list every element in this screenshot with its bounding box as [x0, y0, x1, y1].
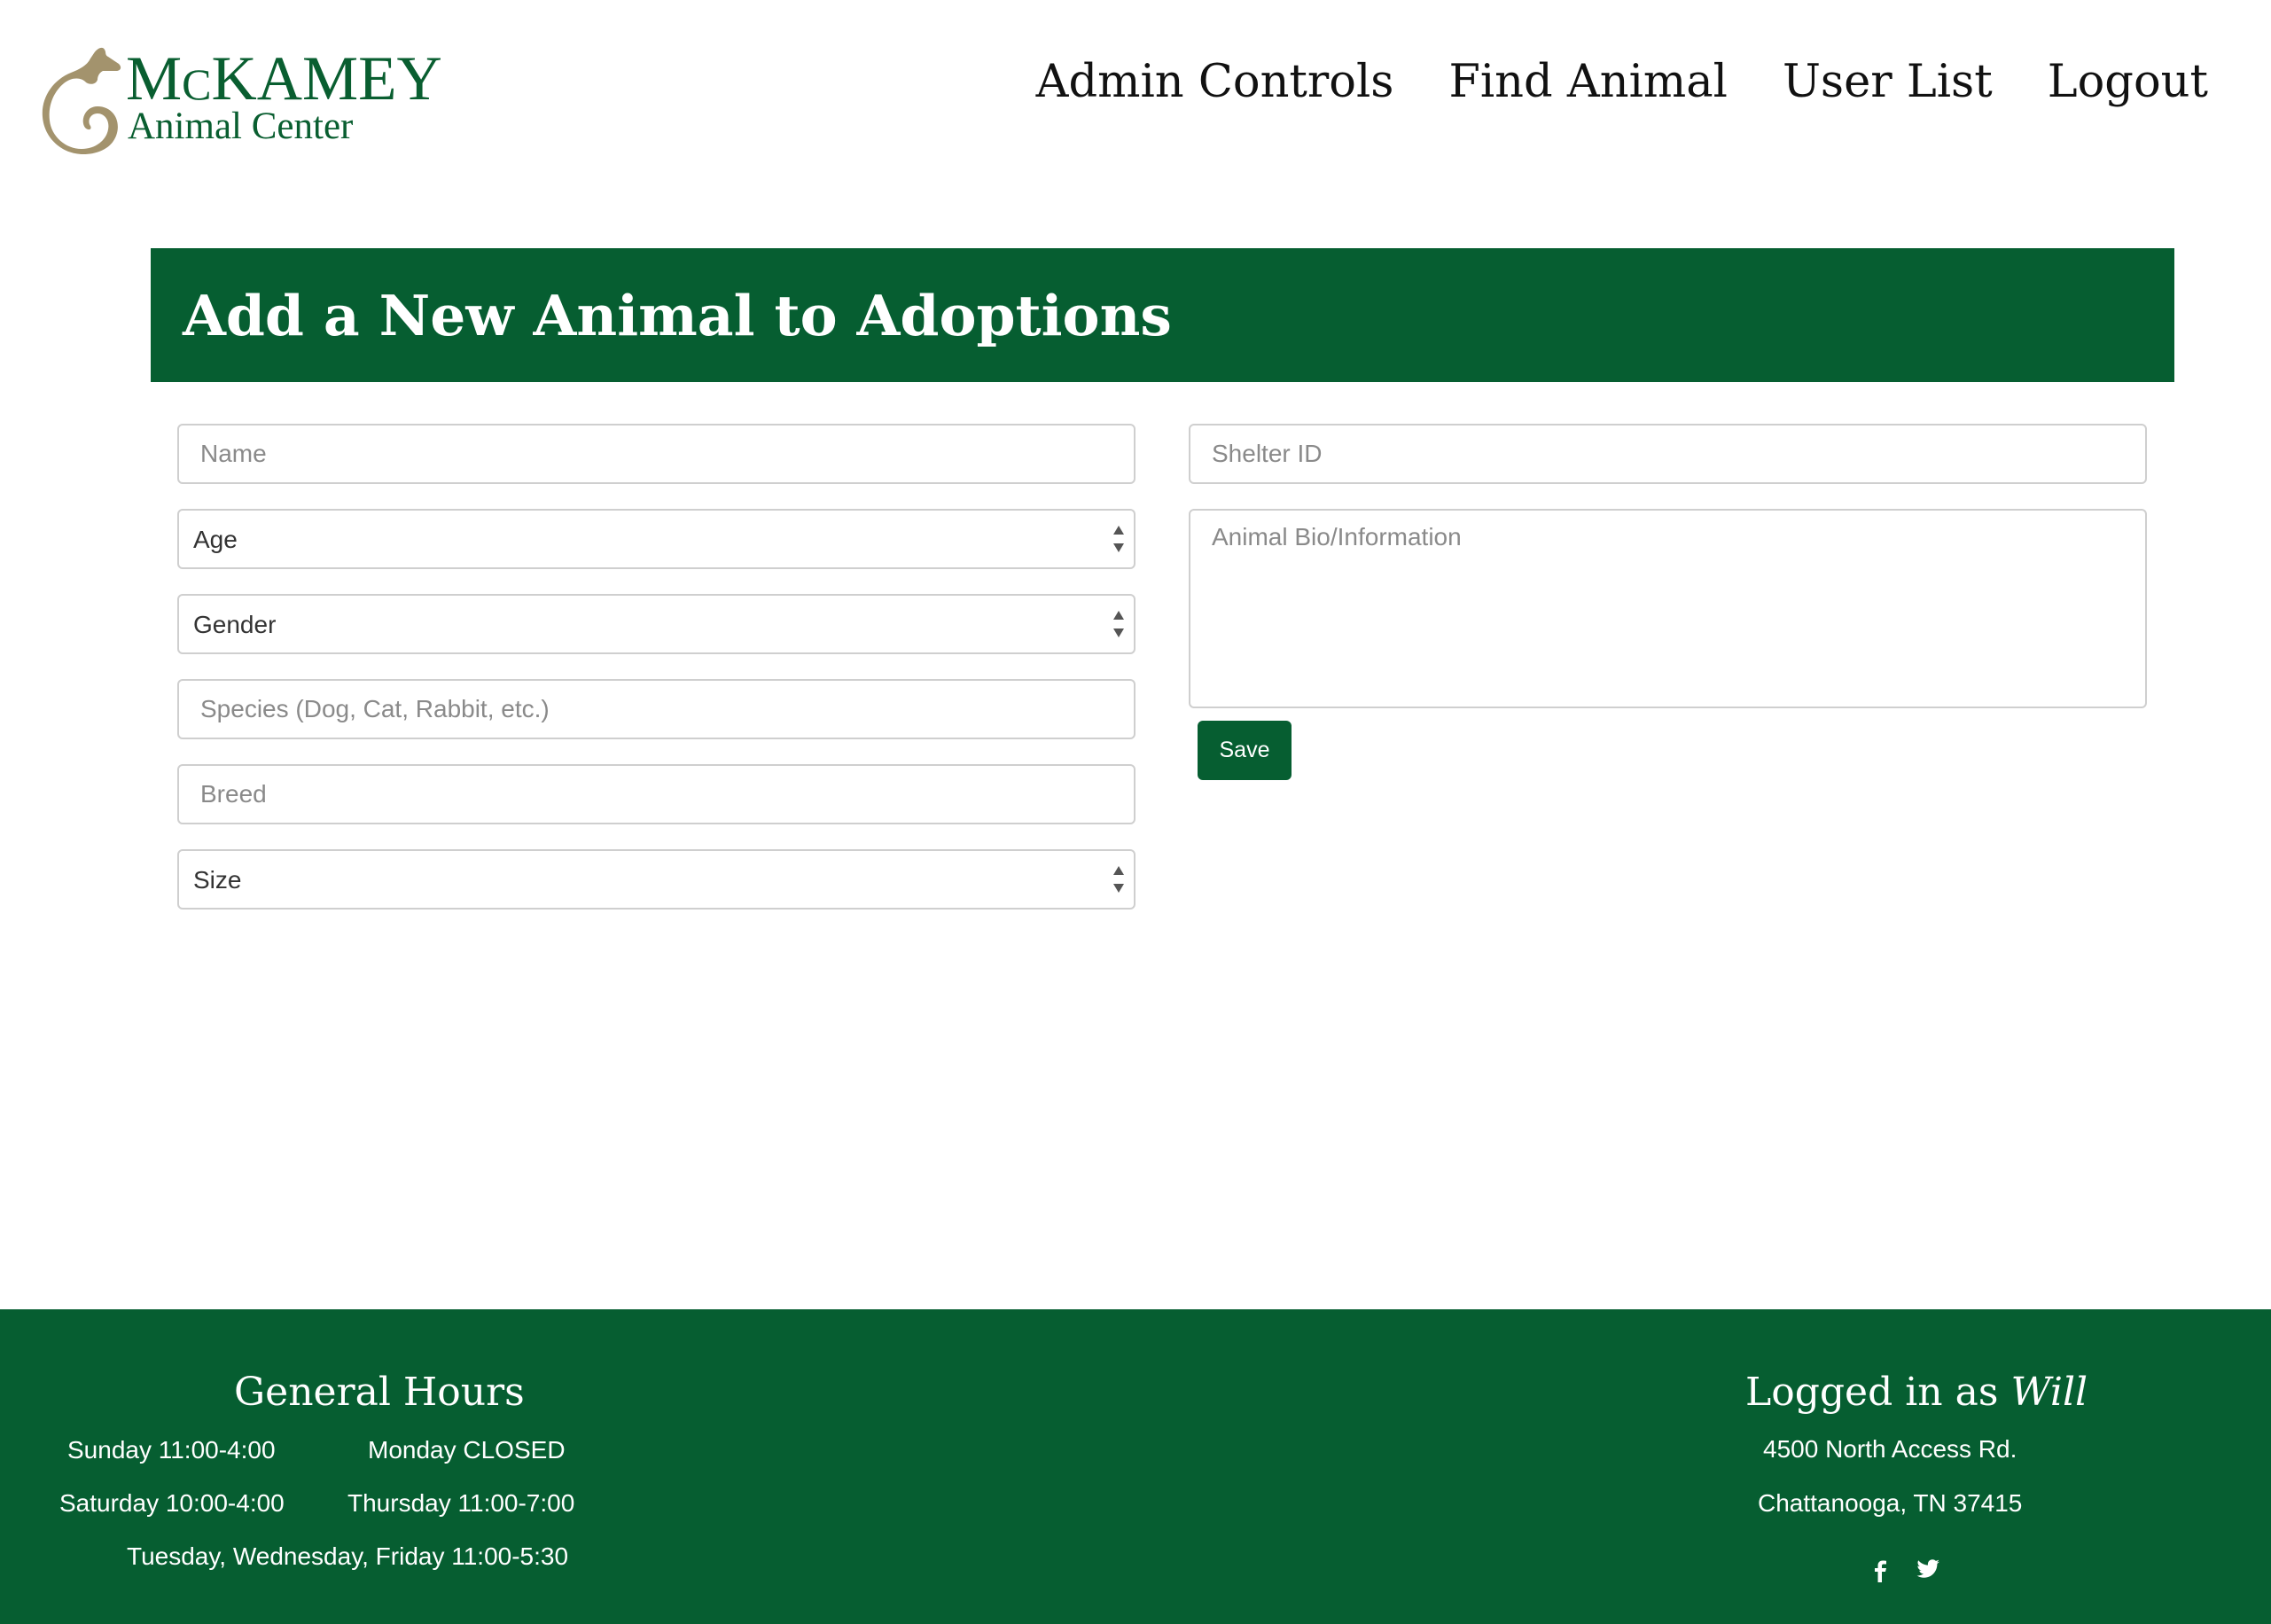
nav-logout[interactable]: Logout — [2048, 56, 2208, 108]
social-links — [1869, 1559, 1939, 1582]
logged-in-prefix: Logged in as — [1745, 1370, 1999, 1415]
address-line1: 4500 North Access Rd. — [1763, 1435, 2017, 1463]
nav-find-animal[interactable]: Find Animal — [1448, 56, 1727, 108]
form-right-column — [1189, 424, 2147, 708]
animal-logo-icon — [42, 47, 121, 155]
age-select[interactable]: Age — [177, 509, 1136, 569]
gender-select[interactable]: Gender — [177, 594, 1136, 654]
page-title-banner: Add a New Animal to Adoptions — [151, 248, 2174, 382]
mckamey-logo[interactable]: McKAMEY Animal Center — [41, 44, 457, 155]
species-input[interactable] — [177, 679, 1136, 739]
name-input[interactable] — [177, 424, 1136, 484]
gender-select-wrapper: Gender — [177, 594, 1136, 654]
hours-monday: Monday CLOSED — [368, 1436, 566, 1464]
size-select[interactable]: Size — [177, 849, 1136, 910]
page-title: Add a New Animal to Adoptions — [183, 282, 1172, 348]
footer: General Hours Sunday 11:00-4:00 Monday C… — [0, 1309, 2271, 1624]
shelter-id-input[interactable] — [1189, 424, 2147, 484]
facebook-icon[interactable] — [1869, 1559, 1892, 1582]
save-button[interactable]: Save — [1198, 721, 1292, 780]
address-line2: Chattanooga, TN 37415 — [1758, 1489, 2023, 1517]
breed-input[interactable] — [177, 764, 1136, 824]
logged-in-status: Logged in as Will — [1745, 1370, 2088, 1415]
age-select-wrapper: Age — [177, 509, 1136, 569]
hours-thursday: Thursday 11:00-7:00 — [347, 1489, 575, 1517]
logo-subtitle: Animal Center — [128, 105, 354, 147]
size-select-wrapper: Size — [177, 849, 1136, 910]
hours-title: General Hours — [234, 1370, 525, 1415]
hours-weekdays: Tuesday, Wednesday, Friday 11:00-5:30 — [127, 1542, 569, 1570]
hours-saturday: Saturday 10:00-4:00 — [59, 1489, 285, 1517]
nav-admin-controls[interactable]: Admin Controls — [1036, 56, 1394, 108]
logo-title: McKAMEY — [126, 44, 442, 113]
logged-in-user: Will — [2010, 1370, 2088, 1415]
main-nav: Admin Controls Find Animal User List Log… — [1036, 46, 2208, 117]
form-left-column: Age Gender Size — [177, 424, 1136, 934]
twitter-icon[interactable] — [1916, 1559, 1939, 1582]
animal-bio-textarea[interactable] — [1189, 509, 2147, 708]
nav-user-list[interactable]: User List — [1783, 56, 1993, 108]
hours-sunday: Sunday 11:00-4:00 — [67, 1436, 276, 1464]
